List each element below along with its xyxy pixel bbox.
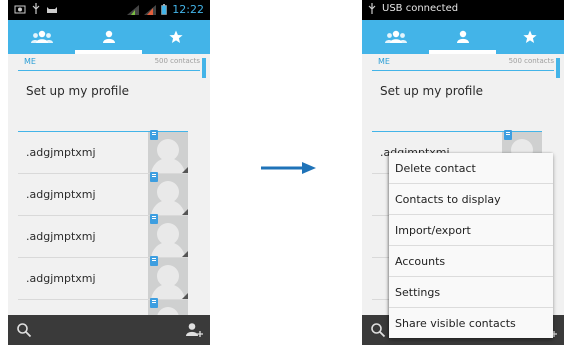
- contact-row[interactable]: .adgjmptxmj: [18, 172, 188, 216]
- contact-name: .adgjmptxmj: [26, 272, 96, 285]
- overflow-menu: Delete contact Contacts to display Impor…: [389, 153, 553, 338]
- tab-favorites[interactable]: [496, 20, 563, 54]
- contacts-count: 500 contacts: [154, 57, 200, 65]
- star-icon: [168, 30, 183, 43]
- phone-screen-after: USB connected ME 500 contacts Set up my: [362, 0, 564, 345]
- contact-name: .adgjmptxmj: [26, 188, 96, 201]
- person-icon: [102, 30, 115, 43]
- search-icon: [17, 323, 32, 338]
- menu-item-contacts-to-display[interactable]: Contacts to display: [389, 184, 553, 215]
- scrollbar[interactable]: [556, 58, 560, 78]
- menu-item-accounts[interactable]: Accounts: [389, 246, 553, 277]
- add-contact-button[interactable]: [184, 320, 204, 340]
- status-bar: USB connected: [362, 0, 564, 20]
- groups-icon: [30, 30, 53, 43]
- status-bar: 12:22: [8, 0, 210, 20]
- me-label: ME: [378, 57, 390, 66]
- selected-tab-indicator: [75, 50, 142, 54]
- signal-icon-sim1: [127, 4, 140, 15]
- contact-name: .adgjmptxmj: [26, 230, 96, 243]
- tab-me[interactable]: [429, 20, 496, 54]
- setup-profile-item[interactable]: Set up my profile: [380, 84, 483, 98]
- phone-screen-before: 12:22 ME 500 contacts Set up my profile: [8, 0, 210, 345]
- battery-icon: [161, 4, 168, 15]
- tab-me[interactable]: [75, 20, 142, 54]
- contact-source-badge-icon: [150, 298, 158, 308]
- contacts-tabbar: [8, 20, 210, 54]
- contacts-tabbar: [362, 20, 564, 54]
- status-time: 12:22: [172, 3, 204, 16]
- usb-icon: [32, 3, 40, 14]
- contact-source-badge-icon: [504, 130, 512, 140]
- setup-profile-item[interactable]: Set up my profile: [26, 84, 129, 98]
- contacts-count: 500 contacts: [508, 57, 554, 65]
- cat-icon: [47, 6, 57, 13]
- tab-groups[interactable]: [8, 20, 75, 54]
- contact-source-badge-icon: [150, 172, 158, 182]
- contact-source-badge-icon: [150, 256, 158, 266]
- search-button[interactable]: [368, 320, 388, 340]
- tab-groups[interactable]: [362, 20, 429, 54]
- selected-tab-indicator: [429, 50, 496, 54]
- search-button[interactable]: [14, 320, 34, 340]
- contact-source-badge-icon: [150, 130, 158, 140]
- star-icon: [522, 30, 537, 43]
- person-icon: [456, 30, 469, 43]
- bottom-action-bar: [8, 315, 210, 345]
- add-contact-icon: [186, 323, 203, 337]
- scrollbar[interactable]: [202, 58, 206, 78]
- signal-icon-sim2: [144, 4, 157, 15]
- me-label: ME: [24, 57, 36, 66]
- menu-item-delete-contact[interactable]: Delete contact: [389, 153, 553, 184]
- contact-row[interactable]: .adgjmptxmj: [18, 214, 188, 258]
- usb-icon: [368, 3, 376, 14]
- me-section-header: ME 500 contacts: [18, 57, 200, 71]
- transition-arrow-icon: [261, 162, 316, 174]
- menu-item-share-visible-contacts[interactable]: Share visible contacts: [389, 308, 553, 338]
- screenshot-icon: [14, 5, 26, 13]
- contact-row[interactable]: .adgjmptxmj: [18, 130, 188, 174]
- contact-row[interactable]: .adgjmptxmj: [18, 256, 188, 300]
- contact-name: .adgjmptxmj: [26, 146, 96, 159]
- menu-item-settings[interactable]: Settings: [389, 277, 553, 308]
- menu-item-import-export[interactable]: Import/export: [389, 215, 553, 246]
- usb-status-text: USB connected: [382, 3, 459, 14]
- tab-favorites[interactable]: [142, 20, 209, 54]
- contact-source-badge-icon: [150, 214, 158, 224]
- search-icon: [371, 323, 386, 338]
- groups-icon: [384, 30, 407, 43]
- me-section-header: ME 500 contacts: [372, 57, 554, 71]
